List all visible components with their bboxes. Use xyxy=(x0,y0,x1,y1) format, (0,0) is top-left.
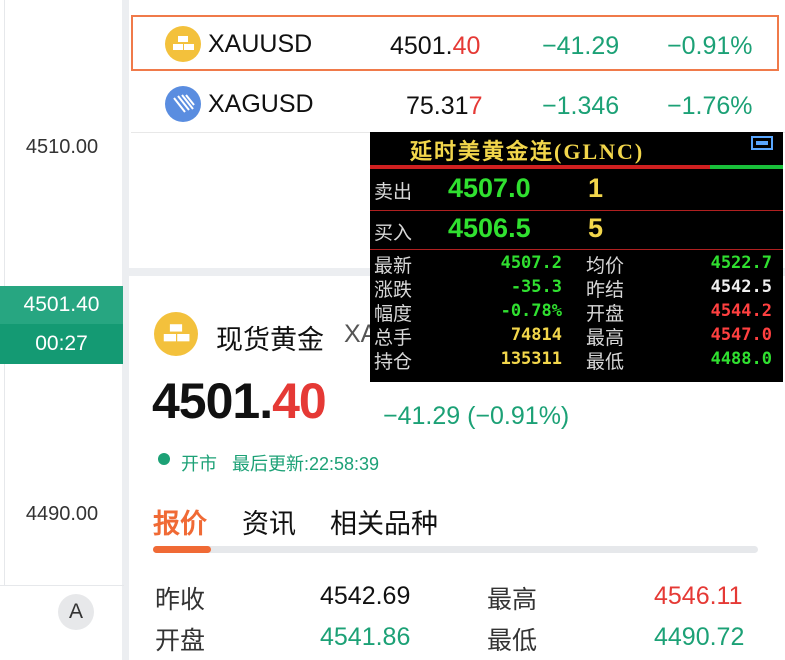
row-label: 开盘 xyxy=(586,304,625,325)
detail-change: −41.29 (−0.91%) xyxy=(383,402,570,430)
watchlist-symbol[interactable]: XAGUSD xyxy=(208,90,314,119)
divider xyxy=(370,249,783,250)
quote-value: 4490.72 xyxy=(654,623,745,651)
buy-label: 买入 xyxy=(374,223,413,244)
sell-label: 卖出 xyxy=(374,182,413,203)
quote-label: 最高 xyxy=(487,586,538,614)
last-update: 最后更新:22:58:39 xyxy=(232,454,380,474)
detail-price: 4501.40 xyxy=(152,373,327,429)
tab-indicator xyxy=(153,546,211,553)
gold-bars-icon xyxy=(154,312,198,356)
window-toggle-icon[interactable] xyxy=(751,136,773,150)
row-label: 均价 xyxy=(586,256,625,277)
axis-divider xyxy=(122,0,129,660)
row-value: 135311 xyxy=(500,349,562,369)
market-status: 开市 xyxy=(181,454,217,474)
instrument-name: 现货黄金 xyxy=(216,325,324,355)
row-label: 最低 xyxy=(586,352,625,373)
row-label: 最高 xyxy=(586,328,625,349)
divider xyxy=(370,210,783,211)
divider xyxy=(0,585,124,586)
row-label: 涨跌 xyxy=(374,280,413,301)
axis-label: 4510.00 xyxy=(25,136,99,158)
row-label: 最新 xyxy=(374,256,413,277)
tab-news[interactable]: 资讯 xyxy=(242,502,296,541)
row-value: 4547.0 xyxy=(710,325,772,345)
watchlist-change: −1.346 xyxy=(542,92,620,120)
futures-quote-overlay: 延时美黄金连(GLNC) 卖出 4507.0 1 买入 4506.5 5 最新 … xyxy=(370,132,783,382)
quote-value: 4542.69 xyxy=(320,582,411,610)
tab-quote[interactable]: 报价 xyxy=(153,502,207,541)
overlay-bar xyxy=(710,165,783,169)
row-value: 4488.0 xyxy=(710,349,772,369)
quote-value: 4541.86 xyxy=(320,623,411,651)
row-label: 持仓 xyxy=(374,352,413,373)
watchlist-symbol: XAUUSD xyxy=(208,30,313,58)
overlay-bar xyxy=(370,165,710,169)
watchlist-change-pct: −1.76% xyxy=(667,92,753,120)
candle-countdown: 00:27 xyxy=(0,324,123,364)
row-value: -0.78% xyxy=(500,301,562,321)
watchlist-change: −41.29 xyxy=(542,32,620,60)
row-value: -35.3 xyxy=(510,277,562,297)
axis-label: 4490.00 xyxy=(25,503,99,525)
current-price: 4501.40 xyxy=(0,286,123,324)
row-label: 昨结 xyxy=(586,280,625,301)
tab-track xyxy=(153,546,758,553)
quote-label: 开盘 xyxy=(155,627,206,655)
row-value: 4507.2 xyxy=(500,253,562,273)
tab-related[interactable]: 相关品种 xyxy=(330,502,438,541)
row-value: 4542.5 xyxy=(710,277,772,297)
sell-price: 4507.0 xyxy=(448,173,531,203)
row-label: 总手 xyxy=(374,328,413,349)
silver-bars-icon xyxy=(165,86,201,122)
quote-label: 最低 xyxy=(487,627,538,655)
row-label: 幅度 xyxy=(374,304,413,325)
gold-bars-icon xyxy=(165,26,201,62)
row-value: 4522.7 xyxy=(710,253,772,273)
buy-qty: 5 xyxy=(588,213,604,243)
avatar[interactable]: A xyxy=(58,594,94,630)
quote-value: 4546.11 xyxy=(654,582,743,610)
watchlist-price: 4501.40 xyxy=(390,32,481,60)
sell-qty: 1 xyxy=(588,173,604,203)
row-value: 74814 xyxy=(510,325,562,345)
current-price-tag: 4501.40 00:27 xyxy=(0,286,123,364)
buy-price: 4506.5 xyxy=(448,213,531,243)
watchlist-price: 75.317 xyxy=(406,92,483,120)
row-value: 4544.2 xyxy=(710,301,772,321)
watchlist-change-pct: −0.91% xyxy=(667,32,753,60)
quote-label: 昨收 xyxy=(155,586,206,614)
overlay-title: 延时美黄金连(GLNC) xyxy=(410,139,645,164)
market-open-dot xyxy=(158,453,170,465)
